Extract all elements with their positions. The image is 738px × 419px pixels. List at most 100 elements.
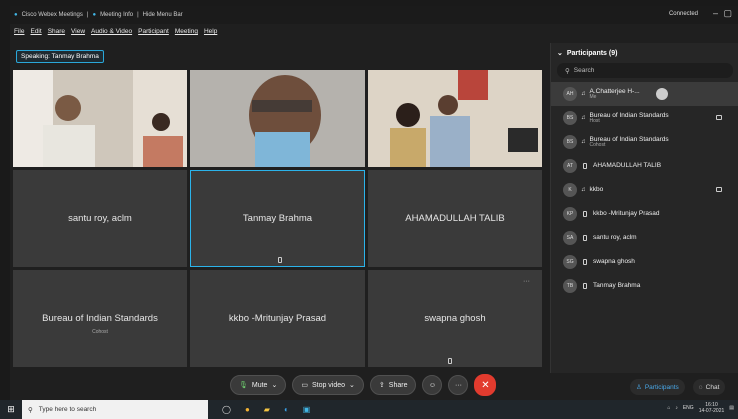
info-icon: ● bbox=[92, 12, 97, 18]
participant-row[interactable]: K ♫ kkbo bbox=[551, 178, 738, 202]
minimize-button[interactable]: – bbox=[713, 8, 718, 18]
leave-meeting-button[interactable]: ✕ bbox=[474, 374, 497, 396]
maximize-button[interactable]: ▢ bbox=[723, 8, 732, 19]
video-tile-room[interactable] bbox=[13, 70, 187, 167]
video-tile-office[interactable] bbox=[368, 70, 542, 167]
file-explorer-icon[interactable]: ▰ bbox=[264, 405, 270, 414]
microphone-icon bbox=[583, 283, 587, 289]
avatar: BS bbox=[563, 135, 577, 149]
microphone-icon bbox=[277, 257, 282, 263]
reactions-button[interactable]: ☺ bbox=[422, 375, 443, 395]
menu-bar: File Edit Share View Audio & Video Parti… bbox=[10, 25, 217, 38]
notifications-icon[interactable]: ▤ bbox=[729, 405, 734, 411]
video-tile-swapna-ghosh[interactable]: swapna ghosh ··· bbox=[368, 270, 542, 367]
avatar: K bbox=[563, 183, 577, 197]
participants-search-input[interactable]: ⚲ Search bbox=[557, 63, 733, 78]
video-feed-office bbox=[368, 70, 542, 167]
tile-name: Tanmay Brahma bbox=[242, 213, 313, 224]
more-options-icon[interactable]: ··· bbox=[523, 278, 530, 285]
participants-header[interactable]: ⌄ Participants (9) bbox=[551, 43, 738, 63]
participant-row[interactable]: AH ♫ A.Chatterjee H-... Me bbox=[551, 82, 738, 106]
mute-label: Mute bbox=[251, 381, 268, 389]
participant-row[interactable]: TB Tanmay Brahma bbox=[551, 274, 738, 298]
chevron-down-icon[interactable]: ⌄ bbox=[271, 381, 277, 389]
video-grid: santu roy, aclm Tanmay Brahma AHAMADULLA… bbox=[13, 70, 542, 372]
participants-icon: ♙ bbox=[636, 384, 642, 391]
mute-button[interactable]: 🎙 Mute ⌄ bbox=[230, 375, 287, 395]
search-icon: ⚲ bbox=[28, 406, 33, 414]
participant-name: swapna ghosh bbox=[593, 258, 635, 266]
more-options-button[interactable]: ··· bbox=[448, 375, 469, 395]
tile-name: kkbo -Mritunjay Prasad bbox=[228, 313, 327, 324]
camera-icon bbox=[716, 187, 722, 192]
webex-taskbar-icon[interactable]: ▣ bbox=[303, 405, 311, 414]
video-tile-speaker[interactable] bbox=[190, 70, 365, 167]
chevron-down-icon[interactable]: ⌄ bbox=[557, 49, 563, 57]
microphone-icon bbox=[448, 358, 452, 364]
taskbar-clock[interactable]: 16:10 14-07-2021 bbox=[699, 402, 725, 414]
more-icon: ··· bbox=[454, 381, 462, 389]
menu-participant[interactable]: Participant bbox=[138, 28, 169, 35]
hide-menu-bar-link[interactable]: Hide Menu Bar bbox=[143, 12, 183, 18]
video-camera-icon: ▭ bbox=[301, 382, 308, 389]
windows-start-icon[interactable]: ⊞ bbox=[0, 404, 22, 415]
chevron-down-icon[interactable]: ⌄ bbox=[349, 381, 355, 389]
participant-name: AHAMADULLAH TALIB bbox=[593, 162, 662, 170]
meeting-controls: 🎙 Mute ⌄ ▭ Stop video ⌄ ⇪ Share ☺ ··· ✕ bbox=[230, 374, 497, 396]
participants-panel: ⌄ Participants (9) ⚲ Search AH ♫ A.Chatt… bbox=[550, 43, 738, 373]
menu-file[interactable]: File bbox=[14, 28, 24, 35]
avatar: BS bbox=[563, 111, 577, 125]
video-tile-santu-roy[interactable]: santu roy, aclm bbox=[13, 170, 187, 267]
chat-toggle-button[interactable]: ◌ Chat bbox=[692, 379, 726, 395]
stop-video-label: Stop video bbox=[311, 381, 346, 389]
participant-row[interactable]: BS ♫ Bureau of Indian Standards Host bbox=[551, 106, 738, 130]
video-tile-tanmay-brahma[interactable]: Tanmay Brahma bbox=[190, 170, 365, 267]
video-tile-kkbo-mritunjay-prasad[interactable]: kkbo -Mritunjay Prasad bbox=[190, 270, 365, 367]
microphone-icon bbox=[583, 259, 587, 265]
menu-meeting[interactable]: Meeting bbox=[175, 28, 198, 35]
menu-help[interactable]: Help bbox=[204, 28, 217, 35]
taskbar-pinned-apps: ◯ ● ▰ ◐ ▣ bbox=[222, 405, 310, 414]
microphone-icon bbox=[583, 211, 587, 217]
audio-icon: ♫ bbox=[581, 187, 586, 193]
window-title: Cisco Webex Meetings bbox=[21, 12, 83, 18]
smiley-icon: ☺ bbox=[428, 381, 437, 389]
search-placeholder: Search bbox=[573, 67, 595, 74]
stop-video-button[interactable]: ▭ Stop video ⌄ bbox=[292, 375, 364, 395]
menu-view[interactable]: View bbox=[71, 28, 85, 35]
audio-icon: ♫ bbox=[581, 139, 586, 145]
connection-status: Connected bbox=[668, 11, 698, 17]
active-speaker-label: Speaking: Tanmay Brahma bbox=[16, 50, 104, 63]
participant-name: kkbo bbox=[589, 186, 604, 194]
clock-date: 14-07-2021 bbox=[698, 408, 725, 414]
participants-toggle-label: Participants bbox=[644, 383, 679, 391]
participant-row[interactable]: KP kkbo -Mritunjay Prasad bbox=[551, 202, 738, 226]
taskbar-search-placeholder: Type here to search bbox=[38, 406, 97, 413]
participant-row[interactable]: SA santu roy, aclm bbox=[551, 226, 738, 250]
video-feed-room bbox=[13, 70, 187, 167]
tile-role: Cohost bbox=[92, 329, 108, 335]
volume-icon[interactable]: ♪ bbox=[675, 405, 678, 411]
task-view-icon[interactable]: ◯ bbox=[222, 405, 231, 414]
participant-row[interactable]: AT AHAMADULLAH TALIB bbox=[551, 154, 738, 178]
video-feed-speaker bbox=[190, 70, 365, 167]
tile-name: swapna ghosh bbox=[424, 313, 486, 324]
language-indicator[interactable]: ENG bbox=[683, 405, 694, 411]
microphone-icon bbox=[583, 163, 587, 169]
taskbar-search-input[interactable]: ⚲ Type here to search bbox=[22, 400, 208, 419]
chrome-icon[interactable]: ● bbox=[245, 405, 250, 414]
participant-role: Host bbox=[589, 117, 600, 124]
menu-share[interactable]: Share bbox=[48, 28, 65, 35]
video-tile-ahamadullah-talib[interactable]: AHAMADULLAH TALIB bbox=[368, 170, 542, 267]
video-tile-bureau-of-indian-standards[interactable]: Bureau of Indian Standards Cohost bbox=[13, 270, 187, 367]
menu-audio-video[interactable]: Audio & Video bbox=[91, 28, 132, 35]
participant-row[interactable]: BS ♫ Bureau of Indian Standards Cohost bbox=[551, 130, 738, 154]
menu-edit[interactable]: Edit bbox=[30, 28, 41, 35]
edge-icon[interactable]: ◐ bbox=[284, 405, 289, 414]
tile-name: AHAMADULLAH TALIB bbox=[405, 213, 505, 224]
meeting-info-link[interactable]: Meeting Info bbox=[100, 12, 133, 18]
participants-toggle-button[interactable]: ♙ Participants bbox=[630, 379, 685, 395]
participant-row[interactable]: SG swapna ghosh bbox=[551, 250, 738, 274]
share-button[interactable]: ⇪ Share bbox=[369, 375, 417, 395]
network-icon[interactable]: ⌂ bbox=[667, 405, 670, 411]
